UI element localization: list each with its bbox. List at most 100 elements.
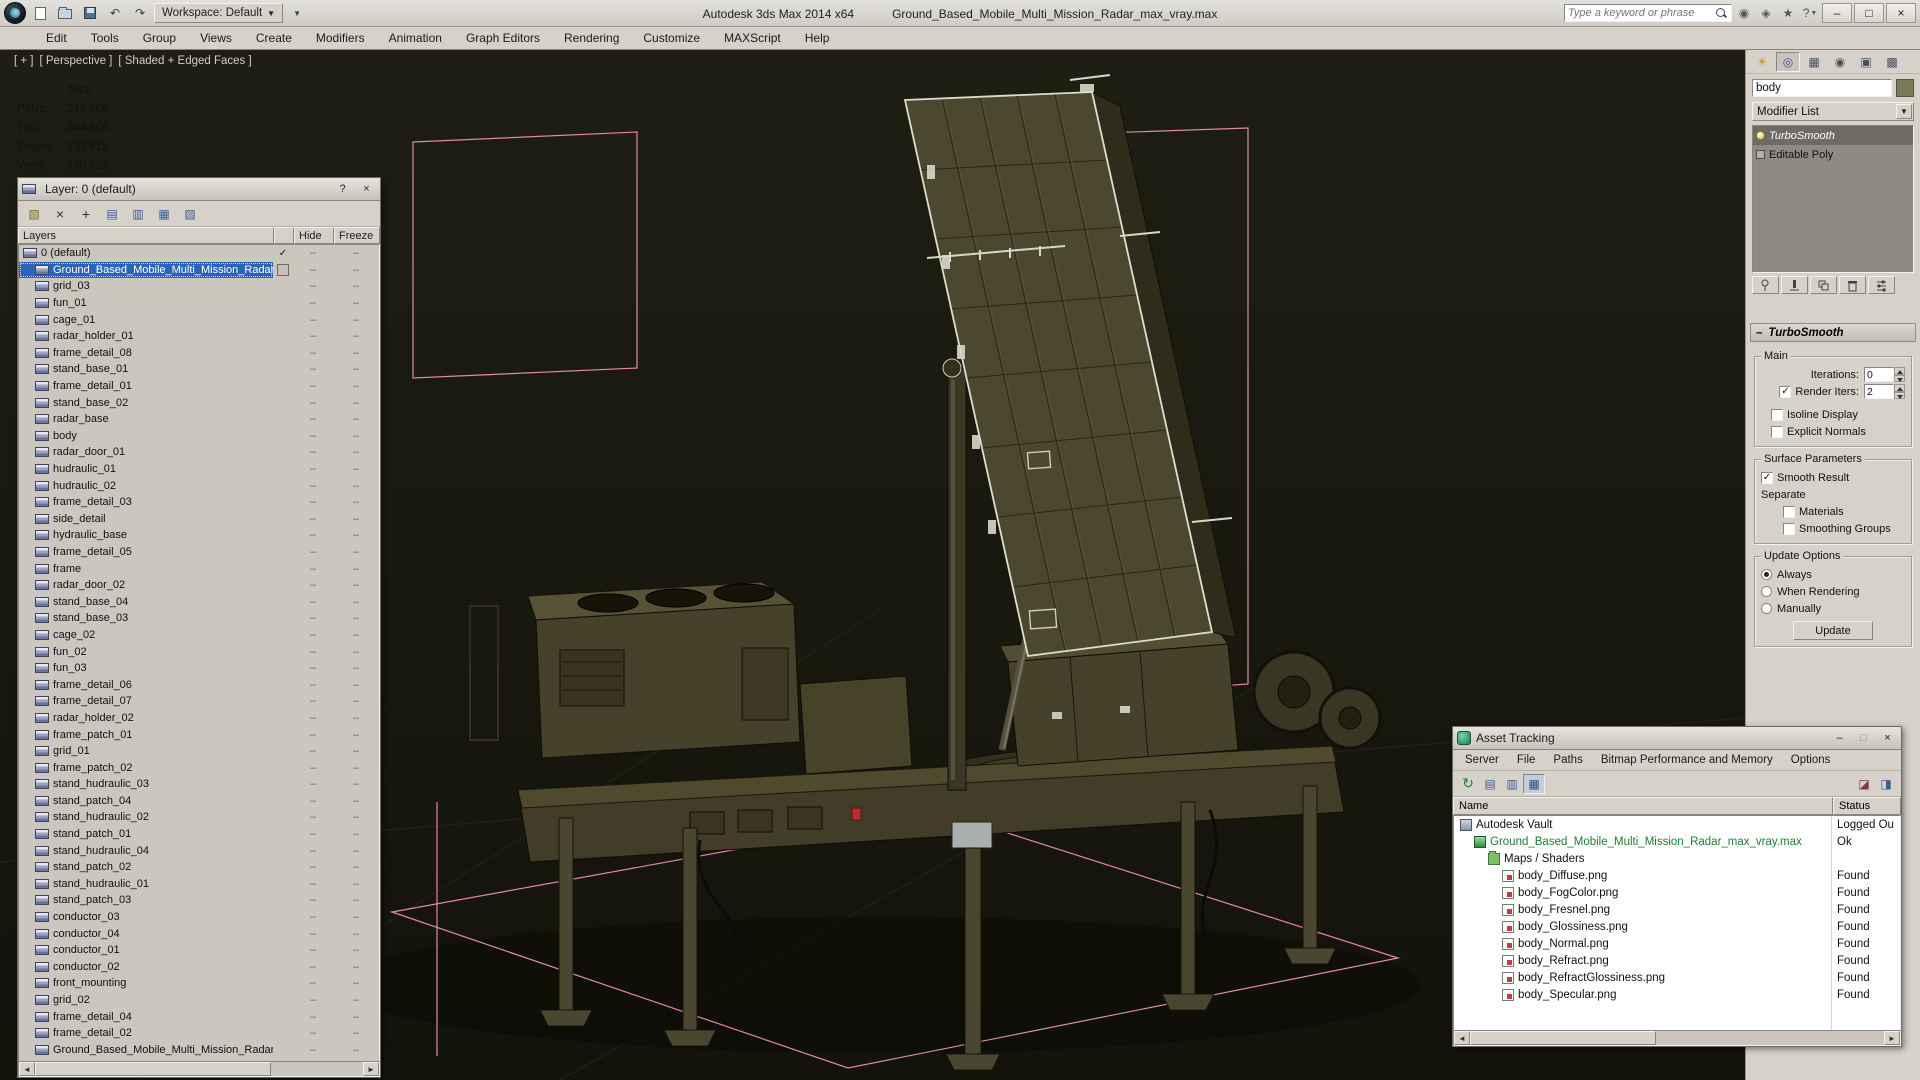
modifier-stack-item[interactable]: TurboSmooth: [1753, 126, 1913, 145]
layer-row[interactable]: radar_base – –: [19, 411, 379, 428]
hide-dash-icon[interactable]: –: [293, 446, 333, 458]
set-current-layer-icon[interactable]: ▥: [127, 204, 149, 224]
current-layer-cell[interactable]: [273, 264, 293, 276]
isoline-display-checkbox[interactable]: [1771, 409, 1783, 421]
freeze-dash-icon[interactable]: –: [333, 513, 379, 525]
make-unique-icon[interactable]: [1810, 276, 1837, 294]
freeze-dash-icon[interactable]: –: [333, 729, 379, 741]
freeze-dash-icon[interactable]: –: [333, 1027, 379, 1039]
search-input[interactable]: [1568, 7, 1714, 19]
asset-row[interactable]: body_Diffuse.png Found: [1454, 867, 1900, 884]
smoothing-groups-checkbox[interactable]: [1783, 523, 1795, 535]
layer-row[interactable]: stand_base_04 – –: [19, 593, 379, 610]
menu-item[interactable]: Animation: [377, 28, 454, 48]
modifier-stack-item[interactable]: Editable Poly: [1753, 145, 1913, 164]
always-radio[interactable]: [1761, 569, 1772, 580]
hide-dash-icon[interactable]: –: [293, 330, 333, 342]
layer-row[interactable]: Ground_Based_Mobile_Multi_Mission_Radar …: [19, 1042, 379, 1059]
hide-dash-icon[interactable]: –: [293, 463, 333, 475]
layer-row[interactable]: frame_detail_07 – –: [19, 693, 379, 710]
undo-button[interactable]: ↶: [104, 3, 126, 23]
freeze-dash-icon[interactable]: –: [333, 280, 379, 292]
hide-dash-icon[interactable]: –: [293, 961, 333, 973]
resolve-paths-icon[interactable]: ◪: [1853, 774, 1875, 794]
close-window-button[interactable]: ×: [1886, 3, 1916, 23]
menu-item[interactable]: Create: [244, 28, 304, 48]
open-file-button[interactable]: [54, 3, 76, 23]
delete-layer-icon[interactable]: ×: [49, 204, 71, 224]
hide-dash-icon[interactable]: –: [293, 297, 333, 309]
freeze-dash-icon[interactable]: –: [333, 745, 379, 757]
layer-row[interactable]: hudraulic_01 – –: [19, 461, 379, 478]
hide-dash-icon[interactable]: –: [293, 314, 333, 326]
hide-dash-icon[interactable]: –: [293, 1044, 333, 1056]
freeze-dash-icon[interactable]: –: [333, 430, 379, 442]
freeze-dash-icon[interactable]: –: [333, 762, 379, 774]
modifier-onoff-icon[interactable]: [1756, 150, 1765, 159]
freeze-dash-icon[interactable]: –: [333, 1011, 379, 1023]
viewport-pov-menu[interactable]: [ Perspective ]: [40, 55, 113, 67]
scroll-thumb[interactable]: [35, 1062, 271, 1076]
freeze-dash-icon[interactable]: –: [333, 845, 379, 857]
toolbar-overflow-button[interactable]: ▼: [286, 3, 308, 23]
hide-dash-icon[interactable]: –: [293, 563, 333, 575]
iterations-spinner[interactable]: 0: [1864, 367, 1905, 382]
hide-dash-icon[interactable]: –: [293, 546, 333, 558]
modifier-onoff-icon[interactable]: [1756, 131, 1765, 140]
manually-radio[interactable]: [1761, 603, 1772, 614]
table-view-icon[interactable]: ▦: [1523, 774, 1545, 794]
hide-dash-icon[interactable]: –: [293, 894, 333, 906]
column-status[interactable]: Status: [1833, 797, 1901, 815]
menu-item[interactable]: Customize: [631, 28, 712, 48]
freeze-dash-icon[interactable]: –: [333, 928, 379, 940]
freeze-dash-icon[interactable]: –: [333, 629, 379, 641]
show-end-result-icon[interactable]: [1781, 276, 1808, 294]
freeze-dash-icon[interactable]: –: [333, 446, 379, 458]
hide-dash-icon[interactable]: –: [293, 977, 333, 989]
layer-row[interactable]: frame_detail_03 – –: [19, 494, 379, 511]
tab-motion-icon[interactable]: ◉: [1828, 52, 1852, 72]
layer-row[interactable]: grid_01 – –: [19, 743, 379, 760]
layer-row[interactable]: stand_base_02 – –: [19, 394, 379, 411]
hide-dash-icon[interactable]: –: [293, 745, 333, 757]
asset-menu-item[interactable]: File: [1509, 752, 1544, 768]
layer-row[interactable]: stand_base_03 – –: [19, 610, 379, 627]
freeze-dash-icon[interactable]: –: [333, 529, 379, 541]
freeze-dash-icon[interactable]: –: [333, 646, 379, 658]
layer-row[interactable]: frame_detail_04 – –: [19, 1008, 379, 1025]
hide-dash-icon[interactable]: –: [293, 911, 333, 923]
hide-dash-icon[interactable]: –: [293, 247, 333, 259]
layer-row[interactable]: hydraulic_base – –: [19, 527, 379, 544]
freeze-dash-icon[interactable]: –: [333, 347, 379, 359]
help-button[interactable]: ?▼: [1800, 3, 1820, 23]
hide-dash-icon[interactable]: –: [293, 845, 333, 857]
freeze-dash-icon[interactable]: –: [333, 944, 379, 956]
path-options-icon[interactable]: ◨: [1875, 774, 1897, 794]
thumbnail-view-icon[interactable]: ▥: [1501, 774, 1523, 794]
menu-item[interactable]: Edit: [34, 28, 79, 48]
hide-dash-icon[interactable]: –: [293, 529, 333, 541]
configure-modifier-sets-icon[interactable]: [1868, 276, 1895, 294]
hide-dash-icon[interactable]: –: [293, 264, 333, 276]
freeze-dash-icon[interactable]: –: [333, 911, 379, 923]
column-hide[interactable]: Hide: [294, 227, 334, 244]
hide-dash-icon[interactable]: –: [293, 679, 333, 691]
freeze-dash-icon[interactable]: –: [333, 878, 379, 890]
viewport-shading-menu[interactable]: [ Shaded + Edged Faces ]: [118, 55, 251, 67]
tab-utilities-icon[interactable]: ▩: [1880, 52, 1904, 72]
freeze-dash-icon[interactable]: –: [333, 496, 379, 508]
workspace-dropdown[interactable]: Workspace: Default ▼: [154, 3, 283, 23]
asset-row[interactable]: body_FogColor.png Found: [1454, 884, 1900, 901]
save-file-button[interactable]: [79, 3, 101, 23]
freeze-dash-icon[interactable]: –: [333, 596, 379, 608]
layer-row[interactable]: radar_door_01 – –: [19, 444, 379, 461]
layer-row[interactable]: stand_patch_03 – –: [19, 892, 379, 909]
layer-row[interactable]: cage_02 – –: [19, 627, 379, 644]
asset-row[interactable]: body_Fresnel.png Found: [1454, 901, 1900, 918]
hide-dash-icon[interactable]: –: [293, 629, 333, 641]
explicit-normals-checkbox[interactable]: [1771, 426, 1783, 438]
hide-dash-icon[interactable]: –: [293, 762, 333, 774]
layer-dialog-help-button[interactable]: ?: [333, 181, 352, 198]
object-name-field[interactable]: [1752, 79, 1892, 97]
render-iters-spinner[interactable]: 2: [1864, 384, 1905, 399]
